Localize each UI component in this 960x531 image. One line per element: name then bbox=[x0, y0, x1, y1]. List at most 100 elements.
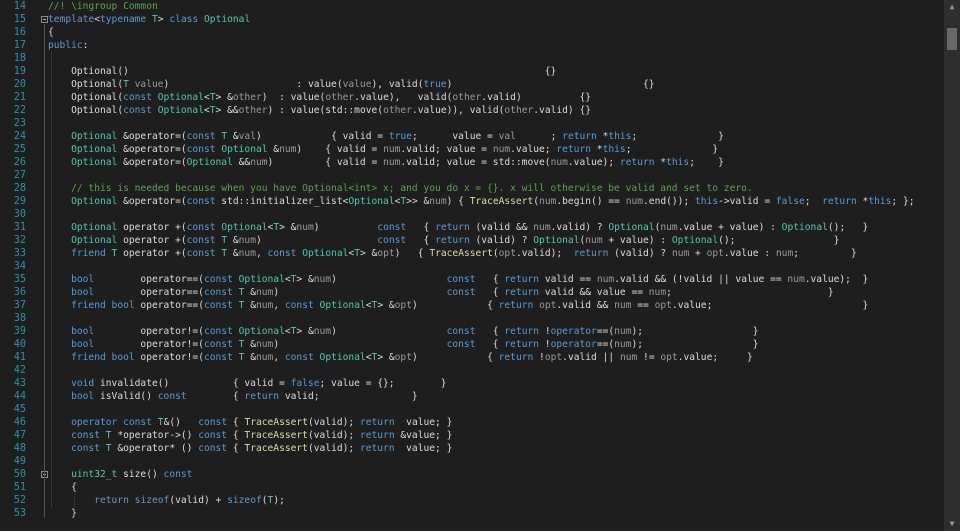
code-token: return bbox=[822, 196, 857, 207]
code-line[interactable]: const T &operator* () const { TraceAsser… bbox=[71, 442, 452, 455]
code-token: (valid); bbox=[307, 417, 360, 428]
code-token: ) { valid = bbox=[296, 144, 384, 155]
code-line[interactable]: bool operator==(const Optional<T> &num) … bbox=[71, 273, 868, 286]
line-number: 22 bbox=[13, 105, 26, 116]
code-token: num bbox=[296, 222, 314, 233]
code-line[interactable]: Optional operator +(const Optional<T> &n… bbox=[71, 221, 868, 234]
code-token: num bbox=[775, 248, 794, 259]
line-number: 20 bbox=[13, 79, 26, 90]
code-line[interactable]: Optional(const Optional<T> &&other) : va… bbox=[71, 104, 591, 117]
code-line[interactable]: template<typename T> class Optional bbox=[48, 13, 250, 26]
code-token: (valid) + bbox=[169, 495, 228, 506]
code-token: TraceAssert bbox=[429, 248, 493, 259]
code-line[interactable]: operator const T&() const { TraceAssert(… bbox=[71, 416, 452, 429]
code-token: value; } bbox=[394, 417, 453, 428]
code-token: uint32_t bbox=[71, 469, 118, 480]
code-line[interactable]: Optional &operator=(const std::initializ… bbox=[71, 195, 914, 208]
code-token: ) bbox=[255, 235, 378, 246]
code-token: { bbox=[475, 287, 505, 298]
code-token: false bbox=[775, 196, 805, 207]
code-token: val bbox=[238, 131, 256, 142]
code-token: * bbox=[591, 144, 603, 155]
code-token: const bbox=[267, 248, 297, 259]
code-token: Optional( bbox=[71, 105, 124, 116]
code-line[interactable]: // this is needed because when you have … bbox=[71, 182, 753, 195]
code-token: bool bbox=[111, 300, 135, 311]
fold-collapse-icon[interactable] bbox=[41, 16, 48, 23]
code-token: num bbox=[313, 274, 332, 285]
code-line[interactable]: Optional &operator=(Optional &&num) { va… bbox=[71, 156, 724, 169]
code-token: value; } bbox=[394, 443, 453, 454]
code-line[interactable]: bool operator!=(const T &num) const { re… bbox=[71, 338, 758, 351]
code-token: &operator=( bbox=[117, 131, 187, 142]
code-token: operator==( bbox=[94, 287, 204, 298]
code-line[interactable]: friend bool operator!=(const T &num, con… bbox=[71, 351, 753, 364]
code-line[interactable]: Optional(const Optional<T> &other) : val… bbox=[71, 91, 591, 104]
code-line[interactable]: { bbox=[71, 481, 77, 494]
code-token: { bbox=[406, 222, 436, 233]
folding-margin bbox=[40, 0, 48, 531]
code-token: const bbox=[446, 287, 476, 298]
code-token: , bbox=[255, 248, 268, 259]
code-editor[interactable]: 14 15 16 17 18 19 20 21 22 23 24 25 26 27 28 29 30 31 32 33… bbox=[0, 0, 960, 531]
code-line[interactable]: public: bbox=[48, 39, 88, 52]
code-line[interactable]: bool operator==(const T &num) const { re… bbox=[71, 286, 834, 299]
code-token: .valid) ? bbox=[550, 222, 609, 233]
code-token: opt bbox=[394, 300, 412, 311]
code-token: valid == bbox=[539, 274, 597, 285]
vertical-scrollbar[interactable]: ▲ ▼ bbox=[944, 0, 960, 531]
code-token: const bbox=[203, 326, 233, 337]
code-token: const bbox=[123, 92, 152, 103]
code-token: invalidate() { valid = bbox=[94, 378, 291, 389]
scrollbar-thumb[interactable] bbox=[947, 28, 957, 50]
code-line[interactable]: void invalidate() { valid = false; value… bbox=[71, 377, 446, 390]
code-token: other bbox=[504, 105, 534, 116]
code-token: Optional bbox=[781, 222, 828, 233]
code-line[interactable]: friend bool operator==(const T &num, con… bbox=[71, 299, 868, 312]
line-number: 53 bbox=[13, 508, 26, 519]
code-token: ; } bbox=[666, 287, 834, 298]
code-token: & bbox=[227, 235, 239, 246]
code-token: == bbox=[631, 300, 655, 311]
code-line[interactable]: //! \ingroup Common bbox=[48, 0, 158, 13]
code-token: valid && value == bbox=[539, 287, 649, 298]
code-line[interactable]: uint32_t size() const bbox=[71, 468, 192, 481]
code-token: opt bbox=[544, 352, 563, 363]
code-token: { bbox=[71, 482, 77, 493]
code-token: .end()); bbox=[643, 196, 695, 207]
code-line[interactable]: friend T operator +(const T &num, const … bbox=[71, 247, 857, 260]
code-token: operator +( bbox=[117, 222, 187, 233]
code-line[interactable]: Optional operator +(const T &num) const … bbox=[71, 234, 839, 247]
code-line[interactable]: Optional(T value) : value(value), valid(… bbox=[71, 78, 654, 91]
scroll-down-arrow-icon[interactable]: ▼ bbox=[944, 517, 960, 531]
code-token: num bbox=[619, 352, 638, 363]
code-line[interactable]: Optional &operator=(const T &val) { vali… bbox=[71, 130, 724, 143]
code-token: Optional bbox=[186, 157, 233, 168]
code-line[interactable]: bool isValid() const { return valid; } bbox=[71, 390, 418, 403]
code-token: .begin() == bbox=[556, 196, 626, 207]
line-number: 42 bbox=[13, 365, 26, 376]
code-line[interactable]: { bbox=[48, 26, 54, 39]
code-line[interactable]: bool operator!=(const Optional<T> &num) … bbox=[71, 325, 758, 338]
code-line[interactable]: Optional &operator=(const Optional &num)… bbox=[71, 143, 718, 156]
code-token: ) bbox=[313, 222, 378, 233]
code-token: const bbox=[198, 430, 228, 441]
code-token: & bbox=[244, 339, 256, 350]
code-token: const bbox=[446, 339, 476, 350]
code-token: Optional bbox=[302, 248, 349, 259]
code-token: true bbox=[423, 79, 447, 90]
code-token: .valid && bbox=[556, 300, 615, 311]
code-line[interactable]: const T *operator->() const { TraceAsser… bbox=[71, 429, 452, 442]
code-line[interactable]: } bbox=[71, 507, 77, 520]
code-area[interactable]: //! \ingroup Common template<typename T> … bbox=[48, 0, 938, 531]
code-token: num bbox=[492, 144, 511, 155]
code-token: this bbox=[868, 196, 892, 207]
code-line[interactable]: return sizeof(valid) + sizeof(T); bbox=[94, 494, 285, 507]
code-token: Optional bbox=[533, 235, 580, 246]
code-token: .value + value) : bbox=[677, 222, 782, 233]
scroll-up-arrow-icon[interactable]: ▲ bbox=[944, 0, 960, 14]
code-line[interactable]: Optional() {} bbox=[71, 65, 556, 78]
code-token: this bbox=[602, 144, 626, 155]
code-token: return bbox=[504, 287, 540, 298]
code-token: Optional bbox=[671, 235, 719, 246]
